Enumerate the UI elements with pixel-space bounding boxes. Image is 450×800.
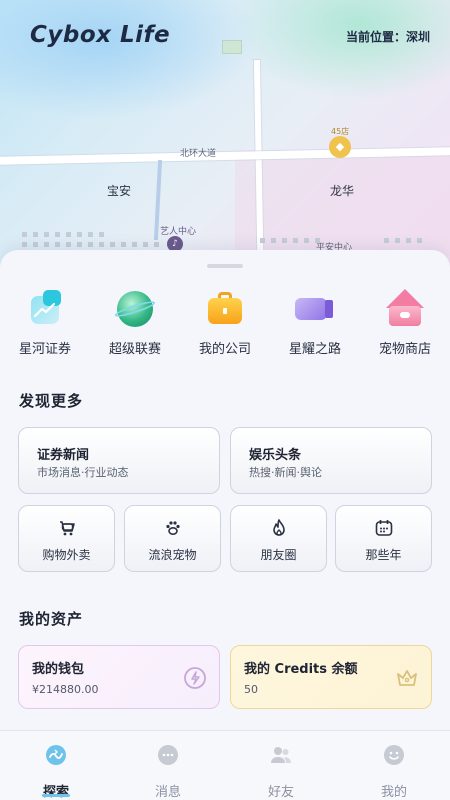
district-label-left: 宝安 xyxy=(107,184,132,198)
app-shortcuts: 星河证券 超级联赛 我的公司 星耀之路 宠物商店 xyxy=(0,288,450,358)
tab-label: 消息 xyxy=(154,785,181,800)
credits-card[interactable]: 我的 Credits 余额 50 xyxy=(230,645,432,709)
app-shortcut-label: 我的公司 xyxy=(198,342,251,357)
shopping-cart-icon xyxy=(19,518,114,538)
credits-balance: 50 xyxy=(244,683,258,696)
tile-label: 流浪宠物 xyxy=(148,548,197,562)
card-subtitle: 市场消息·行业动态 xyxy=(37,466,129,479)
tile-label: 朋友圈 xyxy=(260,548,297,562)
map-view[interactable]: 北环大道 宝安 龙华 45店 ◆ 艺人中心 ♪ 平安中心 Cybox Life … xyxy=(0,0,450,290)
sheet-drag-handle[interactable] xyxy=(207,264,243,268)
wallet-title: 我的钱包 xyxy=(32,662,85,677)
paw-icon xyxy=(125,518,220,538)
map-buildings xyxy=(22,232,104,237)
card-entertainment-headlines[interactable]: 娱乐头条 热搜·新闻·舆论 xyxy=(230,427,432,494)
crown-icon xyxy=(395,666,419,690)
poi-label: 艺人中心 xyxy=(160,227,197,237)
map-buildings xyxy=(384,238,422,243)
tile-stray-pets[interactable]: 流浪宠物 xyxy=(124,505,221,572)
map-glow xyxy=(0,0,260,120)
briefcase-icon xyxy=(205,288,245,328)
active-tab-indicator xyxy=(42,794,70,797)
coin-icon xyxy=(183,666,207,690)
current-location[interactable]: 当前位置：深圳 xyxy=(346,28,430,45)
app-shortcut-label: 星耀之路 xyxy=(288,342,341,357)
tab-label: 我的 xyxy=(380,785,407,800)
discover-section-title: 发现更多 xyxy=(19,392,84,410)
app-shortcut-league[interactable]: 超级联赛 xyxy=(90,288,180,357)
tile-label: 购物外卖 xyxy=(42,548,91,562)
card-subtitle: 热搜·新闻·舆论 xyxy=(249,466,322,479)
app-shortcut-company[interactable]: 我的公司 xyxy=(180,288,270,357)
card-title: 证券新闻 xyxy=(37,448,90,463)
tab-messages[interactable]: 消息 xyxy=(112,731,224,800)
wallet-card[interactable]: 我的钱包 ¥214880.00 xyxy=(18,645,220,709)
tab-friends[interactable]: 好友 xyxy=(225,731,337,800)
card-securities-news[interactable]: 证券新闻 市场消息·行业动态 xyxy=(18,427,220,494)
tab-label: 好友 xyxy=(267,785,294,800)
message-icon xyxy=(156,743,180,767)
poi-pin-icon[interactable]: ◆ xyxy=(329,136,351,158)
card-title: 娱乐头条 xyxy=(249,448,302,463)
map-building xyxy=(222,40,242,54)
wallet-balance: ¥214880.00 xyxy=(32,683,99,696)
tile-label: 那些年 xyxy=(365,548,402,562)
app-shortcut-star-road[interactable]: 星耀之路 xyxy=(270,288,360,357)
map-buildings xyxy=(260,238,320,243)
credits-title: 我的 Credits 余额 xyxy=(244,662,358,677)
app-title: Cybox Life xyxy=(30,22,171,48)
tile-those-years[interactable]: 那些年 xyxy=(335,505,432,572)
friends-icon xyxy=(269,743,293,767)
flame-icon xyxy=(231,518,326,538)
video-camera-icon xyxy=(295,288,335,328)
tab-profile[interactable]: 我的 xyxy=(338,731,450,800)
tab-label: 探索 xyxy=(42,785,69,800)
calendar-icon xyxy=(336,518,431,538)
explore-icon xyxy=(44,743,68,767)
app-shortcut-label: 宠物商店 xyxy=(378,342,431,357)
map-glow xyxy=(230,0,450,100)
app-shortcut-pet-shop[interactable]: 宠物商店 xyxy=(360,288,450,357)
pet-house-icon xyxy=(385,288,425,328)
assets-section-title: 我的资产 xyxy=(19,610,84,628)
tab-explore[interactable]: 探索 xyxy=(0,731,112,800)
tile-moments[interactable]: 朋友圈 xyxy=(230,505,327,572)
district-label-right: 龙华 xyxy=(330,184,355,198)
road-label: 北环大道 xyxy=(180,149,217,159)
app-shortcut-securities[interactable]: 星河证券 xyxy=(0,288,90,357)
planet-icon xyxy=(113,288,157,328)
app-shortcut-label: 超级联赛 xyxy=(108,342,161,357)
stock-chart-icon xyxy=(25,288,65,328)
profile-icon xyxy=(382,743,406,767)
map-buildings xyxy=(22,242,159,247)
bottom-tab-bar: 探索 消息 好友 我的 xyxy=(0,730,450,800)
tile-shopping[interactable]: 购物外卖 xyxy=(18,505,115,572)
app-shortcut-label: 星河证券 xyxy=(18,342,71,357)
